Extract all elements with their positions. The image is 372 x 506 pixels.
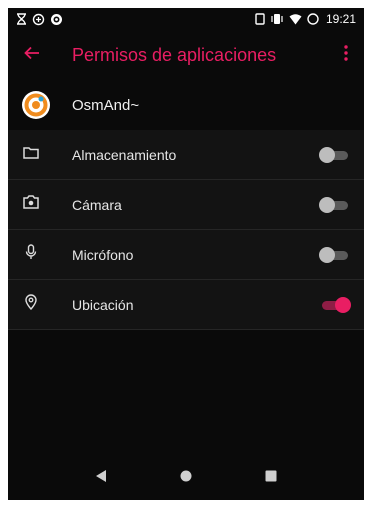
storage-toggle[interactable] [319, 146, 350, 164]
location-icon [25, 294, 37, 315]
camera-toggle[interactable] [319, 196, 350, 214]
overflow-menu-button[interactable] [334, 41, 358, 69]
permissions-list: Almacenamiento Cámara Micrófono Ubicació… [8, 130, 364, 330]
phone-screen: 19:21 Permisos de aplicaciones OsmAnd~ A… [8, 8, 364, 500]
nav-back-button[interactable] [86, 463, 116, 493]
back-triangle-icon [95, 469, 107, 488]
status-bar: 19:21 [8, 8, 364, 30]
arrow-back-icon [24, 46, 40, 65]
folder-icon [23, 146, 39, 164]
battery-icon [307, 13, 319, 25]
app-header: OsmAnd~ [8, 80, 364, 130]
app-name: OsmAnd~ [72, 96, 140, 114]
hourglass-icon [16, 13, 27, 25]
permission-label: Almacenamiento [72, 146, 177, 163]
page-title: Permisos de aplicaciones [72, 44, 277, 65]
home-circle-icon [180, 469, 192, 487]
permission-label: Ubicación [72, 296, 134, 313]
app-bar: Permisos de aplicaciones [8, 30, 364, 80]
permission-location[interactable]: Ubicación [8, 280, 364, 330]
microphone-toggle[interactable] [319, 246, 350, 264]
wifi-icon [289, 13, 302, 25]
vibrate-icon [270, 13, 284, 25]
permission-storage[interactable]: Almacenamiento [8, 130, 364, 180]
permission-microphone[interactable]: Micrófono [8, 230, 364, 280]
clock: 19:21 [325, 12, 356, 26]
nav-home-button[interactable] [171, 463, 201, 493]
accessibility-icon [50, 13, 63, 26]
screenshot-icon [255, 13, 265, 25]
permission-label: Micrófono [72, 246, 134, 263]
camera-icon [23, 195, 39, 214]
microphone-icon [25, 244, 37, 265]
osmand-logo-icon [22, 91, 50, 119]
permission-camera[interactable]: Cámara [8, 180, 364, 230]
recents-square-icon [265, 469, 277, 487]
permission-label: Cámara [72, 196, 122, 213]
more-vert-icon [344, 44, 348, 66]
back-button[interactable] [18, 41, 46, 69]
data-saver-icon [32, 13, 45, 26]
navigation-bar [8, 456, 364, 500]
location-toggle[interactable] [320, 296, 351, 314]
nav-recents-button[interactable] [256, 463, 286, 493]
